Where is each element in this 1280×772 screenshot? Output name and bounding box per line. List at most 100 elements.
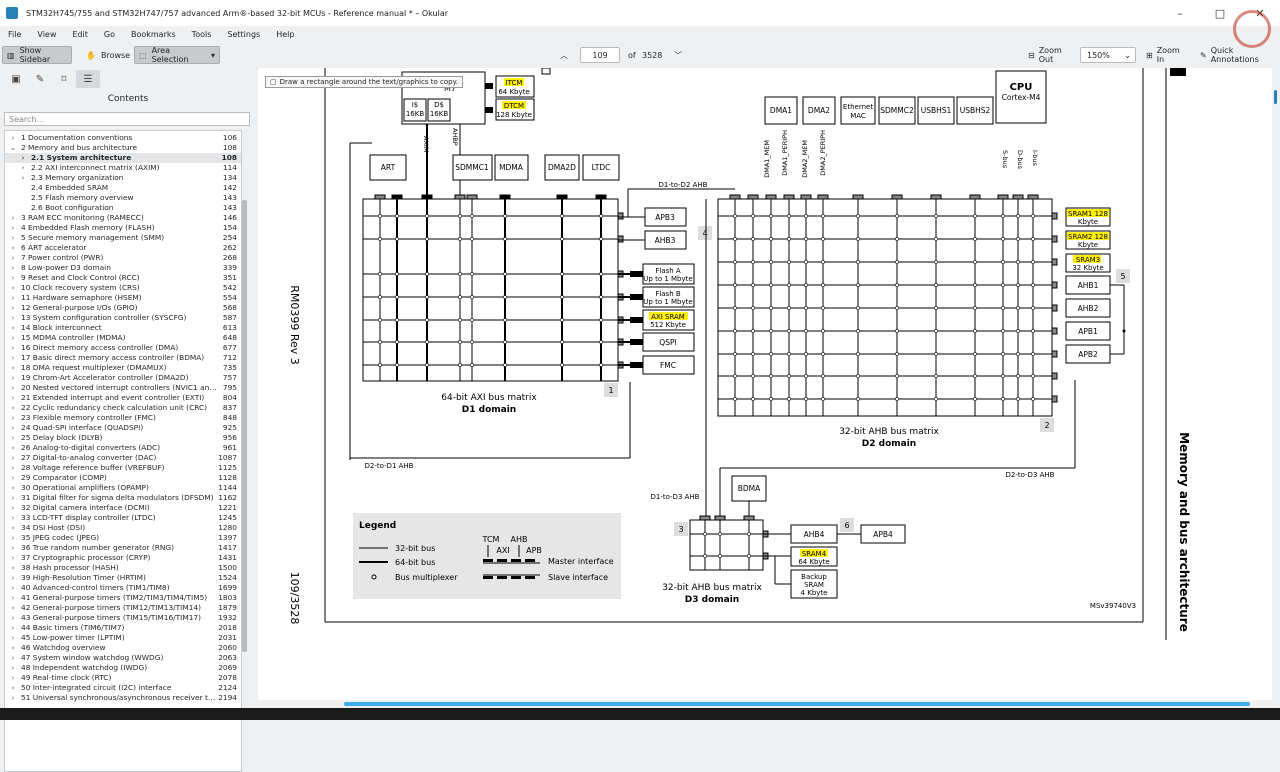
chevron-right-icon[interactable]: › — [9, 593, 17, 603]
chevron-right-icon[interactable]: › — [9, 533, 17, 543]
toc-item[interactable]: › 26 Analog-to-digital converters (ADC) 96… — [5, 443, 241, 453]
toc-item[interactable]: › 18 DMA request multiplexer (DMAMUX) 735 — [5, 363, 241, 373]
toc-item[interactable]: › 6 ART accelerator 262 — [5, 243, 241, 253]
chevron-right-icon[interactable]: › — [9, 613, 17, 623]
toc-item[interactable]: › 19 Chrom-Art Accelerator controller (DM… — [5, 373, 241, 383]
menu-tools[interactable]: Tools — [192, 30, 212, 39]
toc-item[interactable]: › 24 Quad-SPI interface (QUADSPI) 925 — [5, 423, 241, 433]
menu-help[interactable]: Help — [276, 30, 294, 39]
toc-item[interactable]: › 7 Power control (PWR) 268 — [5, 253, 241, 263]
next-page-button[interactable]: ﹀ — [670, 46, 686, 64]
toc-item[interactable]: › 15 MDMA controller (MDMA) 648 — [5, 333, 241, 343]
chevron-right-icon[interactable]: › — [9, 683, 17, 693]
toc-item[interactable]: › 16 Direct memory access controller (DMA… — [5, 343, 241, 353]
chevron-right-icon[interactable]: › — [9, 373, 17, 383]
chevron-right-icon[interactable]: › — [9, 263, 17, 273]
toc-item[interactable]: › 23 Flexible memory controller (FMC) 848 — [5, 413, 241, 423]
toc-item[interactable]: › 34 DSI Host (DSI) 1280 — [5, 523, 241, 533]
toc-item[interactable]: › 40 Advanced-control timers (TIM1/TIM8) 1… — [5, 583, 241, 593]
chevron-down-icon[interactable]: ⌄ — [9, 143, 17, 153]
zoom-in-button[interactable]: ⊞ Zoom In — [1142, 46, 1192, 64]
toc-item[interactable]: › 2.2 AXI interconnect matrix (AXIM) 114 — [5, 163, 241, 173]
quick-annotations-button[interactable]: ✎ Quick Annotations — [1196, 46, 1274, 64]
chevron-right-icon[interactable]: › — [9, 313, 17, 323]
chevron-right-icon[interactable]: › — [9, 393, 17, 403]
chevron-right-icon[interactable]: › — [9, 653, 17, 663]
toc-item[interactable]: › 48 Independent watchdog (IWDG) 2069 — [5, 663, 241, 673]
chevron-right-icon[interactable]: › — [9, 573, 17, 583]
toc-item[interactable]: › 44 Basic timers (TIM6/TIM7) 2018 — [5, 623, 241, 633]
menu-bookmarks[interactable]: Bookmarks — [131, 30, 176, 39]
menu-settings[interactable]: Settings — [227, 30, 260, 39]
area-selection-button[interactable]: ⬚ Area Selection ▾ — [134, 46, 220, 64]
toc-item[interactable]: › 10 Clock recovery system (CRS) 542 — [5, 283, 241, 293]
chevron-right-icon[interactable]: › — [9, 403, 17, 413]
toc-item[interactable]: › 20 Nested vectored interrupt controller… — [5, 383, 241, 393]
toc-item[interactable]: › 17 Basic direct memory access controlle… — [5, 353, 241, 363]
toc-item[interactable]: › 49 Real-time clock (RTC) 2078 — [5, 673, 241, 683]
chevron-right-icon[interactable]: › — [19, 163, 27, 173]
chevron-right-icon[interactable]: › — [9, 483, 17, 493]
chevron-right-icon[interactable]: › — [9, 353, 17, 363]
chevron-right-icon[interactable]: › — [9, 443, 17, 453]
chevron-right-icon[interactable]: › — [9, 413, 17, 423]
chevron-right-icon[interactable]: › — [9, 243, 17, 253]
toc-item[interactable]: › 14 Block interconnect 613 — [5, 323, 241, 333]
chevron-right-icon[interactable]: › — [9, 553, 17, 563]
chevron-right-icon[interactable]: › — [9, 303, 17, 313]
toc-item[interactable]: › 3 RAM ECC monitoring (RAMECC) 146 — [5, 213, 241, 223]
toc-item[interactable]: › 12 General-purpose I/Os (GPIO) 568 — [5, 303, 241, 313]
chevron-right-icon[interactable]: › — [9, 473, 17, 483]
toc-item[interactable]: › 42 General-purpose timers (TIM12/TIM13/… — [5, 603, 241, 613]
chevron-right-icon[interactable]: › — [9, 543, 17, 553]
chevron-right-icon[interactable]: › — [9, 383, 17, 393]
toc-item[interactable]: › 4 Embedded Flash memory (FLASH) 154 — [5, 223, 241, 233]
toc-item[interactable]: 2.6 Boot configuration 143 — [5, 203, 241, 213]
chevron-right-icon[interactable]: › — [9, 273, 17, 283]
annotations-icon[interactable]: ✎ — [28, 70, 52, 88]
toc-item[interactable]: › 41 General-purpose timers (TIM2/TIM3/TI… — [5, 593, 241, 603]
toc-item[interactable]: › 2.3 Memory organization 134 — [5, 173, 241, 183]
chevron-right-icon[interactable]: › — [9, 223, 17, 233]
chevron-right-icon[interactable]: › — [9, 433, 17, 443]
chevron-right-icon[interactable]: › — [9, 213, 17, 223]
chevron-right-icon[interactable]: › — [9, 233, 17, 243]
chevron-right-icon[interactable]: › — [9, 363, 17, 373]
chevron-right-icon[interactable]: › — [9, 693, 17, 703]
toc-item[interactable]: › 33 LCD-TFT display controller (LTDC) 124… — [5, 513, 241, 523]
previous-page-button[interactable]: ︿ — [556, 46, 572, 64]
chevron-right-icon[interactable]: › — [9, 253, 17, 263]
toc-item[interactable]: 2.5 Flash memory overview 143 — [5, 193, 241, 203]
thumbnails-icon[interactable]: ▣ — [4, 70, 28, 88]
chevron-right-icon[interactable]: › — [9, 523, 17, 533]
toc-item[interactable]: › 21 Extended interrupt and event control… — [5, 393, 241, 403]
chevron-right-icon[interactable]: › — [9, 333, 17, 343]
toc-item[interactable]: › 39 High-Resolution Timer (HRTIM) 1524 — [5, 573, 241, 583]
toc-item[interactable]: › 32 Digital camera interface (DCMI) 1221 — [5, 503, 241, 513]
chevron-right-icon[interactable]: › — [9, 493, 17, 503]
zoom-out-button[interactable]: ⊟ Zoom Out — [1024, 46, 1078, 64]
toc-item[interactable]: › 22 Cyclic redundancy check calculation … — [5, 403, 241, 413]
contents-icon[interactable]: ☰ — [76, 70, 100, 88]
toc-item[interactable]: › 51 Universal synchronous/asynchronous r… — [5, 693, 241, 703]
menu-edit[interactable]: Edit — [72, 30, 88, 39]
toc-item[interactable]: › 29 Comparator (COMP) 1128 — [5, 473, 241, 483]
chevron-right-icon[interactable]: › — [9, 583, 17, 593]
page-number-input[interactable]: 109 — [580, 47, 620, 63]
chevron-right-icon[interactable]: › — [19, 173, 27, 183]
chevron-right-icon[interactable]: › — [9, 623, 17, 633]
toc-item[interactable]: › 2.1 System architecture 108 — [5, 153, 241, 163]
chevron-right-icon[interactable]: › — [9, 283, 17, 293]
horizontal-scrollbar[interactable] — [258, 700, 1272, 708]
toc-item[interactable]: › 1 Documentation conventions 106 — [5, 133, 241, 143]
vertical-scrollbar[interactable] — [1272, 68, 1280, 708]
chevron-right-icon[interactable]: › — [9, 643, 17, 653]
toc-item[interactable]: › 28 Voltage reference buffer (VREFBUF) 11… — [5, 463, 241, 473]
document-viewer[interactable]: RM0399 Rev 3 109/3528 Memory and bus arc… — [258, 68, 1272, 708]
toc-item[interactable]: › 31 Digital filter for sigma delta modul… — [5, 493, 241, 503]
toc-item[interactable]: › 11 Hardware semaphore (HSEM) 554 — [5, 293, 241, 303]
menu-view[interactable]: View — [37, 30, 56, 39]
toc-item[interactable]: › 27 Digital-to-analog converter (DAC) 108… — [5, 453, 241, 463]
toc-item[interactable]: ⌄ 2 Memory and bus architecture 108 — [5, 143, 241, 153]
browse-button[interactable]: ✋ Browse — [82, 46, 132, 64]
